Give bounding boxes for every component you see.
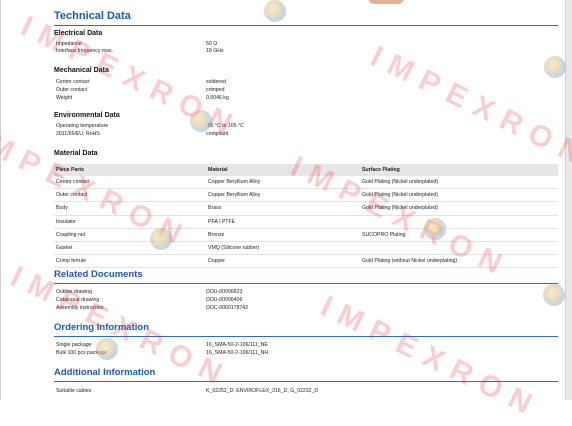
additional-row: Suitable cables K_02252_D, ENVIROFLEX_316… [56, 387, 318, 395]
scrollbar-track[interactable] [566, 0, 572, 400]
mechanical-value: crimped [206, 87, 225, 93]
title-rule [54, 25, 558, 26]
mechanical-value: soldered [206, 79, 226, 85]
environmental-label: Operating temperature [56, 123, 109, 129]
document-link[interactable]: DOU-00006406 [206, 297, 242, 303]
table-cell: VMQ (Silicone rubber) [206, 241, 360, 256]
watermark-globe-icon [424, 218, 446, 240]
table-cell: PFA / PTFE [206, 215, 360, 229]
table-cell: Gold Plating (Nickel underplated) [360, 176, 558, 190]
watermark-globe-icon [150, 228, 172, 250]
watermark-globe-icon [190, 110, 212, 132]
watermark-globe-icon [96, 338, 118, 360]
related-documents-heading: Related Documents [54, 269, 143, 280]
table-cell: Crimp ferrule [54, 254, 206, 269]
environmental-heading: Environmental Data [54, 112, 120, 119]
product-image-edge [368, 0, 404, 4]
electrical-value: 18 GHz [206, 48, 224, 54]
table-cell: Bronze [206, 228, 360, 242]
table-cell: Copper [206, 254, 360, 269]
material-heading: Material Data [54, 150, 98, 157]
environmental-label: 2011/65/EU, RoHS [56, 131, 100, 137]
page-title: Technical Data [54, 10, 131, 22]
watermark-globe-icon [544, 56, 566, 78]
related-rule [54, 283, 558, 284]
watermark-globe-icon [543, 284, 565, 306]
ordering-value: 16_SMA-50-2-106/111_NE [206, 342, 268, 348]
document-link[interactable]: DOC-0000178742 [206, 305, 248, 311]
document-link[interactable]: DOU-00006823 [206, 289, 242, 295]
additional-label: Suitable cables [56, 388, 92, 394]
watermark-globe-icon [264, 0, 286, 22]
column-header: Surface Plating [360, 164, 558, 176]
additional-heading: Additional Information [54, 367, 156, 378]
